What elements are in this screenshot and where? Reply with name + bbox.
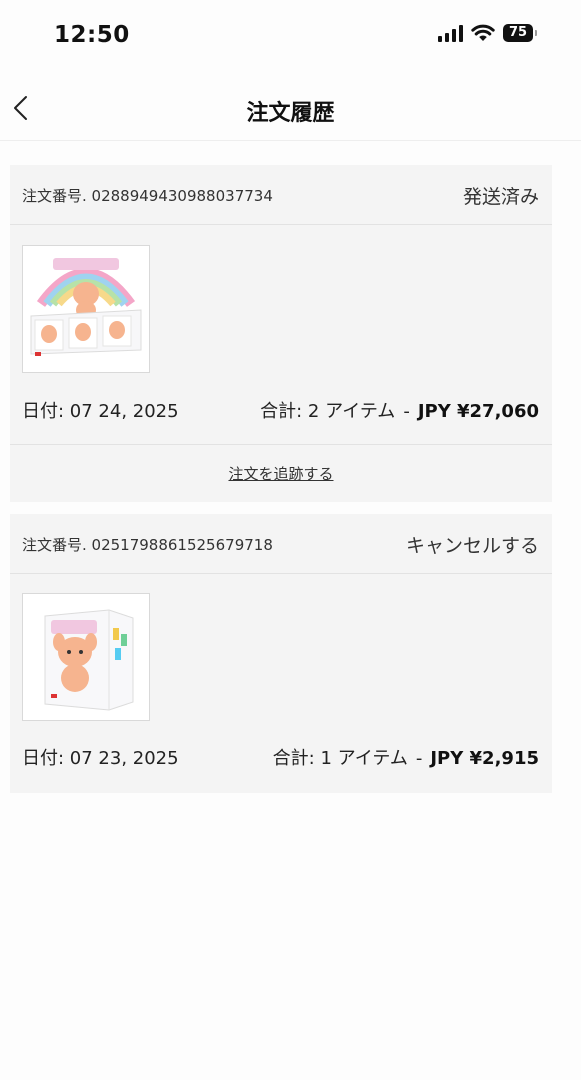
track-order-link[interactable]: 注文を追跡する	[10, 463, 552, 484]
separator: -	[415, 748, 423, 769]
signal-icon	[438, 24, 463, 42]
cancel-button[interactable]: キャンセルする	[406, 531, 539, 558]
order-header: 注文番号. 0288949430988037734 発送済み	[10, 165, 552, 225]
order-price: JPY ¥2,915	[430, 748, 539, 769]
order-total: 合計: 1 アイテム - JPY ¥2,915	[273, 744, 539, 770]
order-header: 注文番号. 0251798861525679718 キャンセルする	[10, 514, 552, 574]
product-thumbnail[interactable]	[22, 593, 150, 721]
item-count: 合計: 1 アイテム	[272, 748, 408, 769]
item-count: 合計: 2 アイテム	[260, 401, 396, 422]
order-card: 注文番号. 0288949430988037734 発送済み 日付: 07 24…	[10, 165, 552, 502]
order-number: 注文番号. 0288949430988037734	[22, 187, 273, 205]
order-date: 日付: 07 24, 2025	[22, 401, 179, 422]
separator: -	[403, 401, 410, 422]
page-title: 注文履歴	[246, 101, 335, 126]
status-time: 12:50	[54, 22, 130, 48]
status-icons: 75	[438, 24, 537, 42]
order-summary: 日付: 07 23, 2025 合計: 1 アイテム - JPY ¥2,915	[22, 744, 539, 774]
track-row: 注文を追跡する	[10, 444, 552, 501]
order-number: 注文番号. 0251798861525679718	[22, 536, 273, 554]
battery-icon: 75	[503, 24, 537, 42]
product-single-box-thumbnail	[23, 594, 149, 720]
wifi-icon	[471, 24, 495, 41]
order-status: 発送済み	[462, 186, 539, 208]
order-total: 合計: 2 アイテム - JPY ¥27,060	[260, 397, 539, 423]
status-bar: 12:50 75	[0, 0, 581, 72]
product-thumbnail[interactable]	[22, 245, 150, 373]
order-price: JPY ¥27,060	[417, 401, 539, 422]
order-date: 日付: 07 23, 2025	[22, 748, 179, 769]
order-card: 注文番号. 0251798861525679718 キャンセルする 日付: 07…	[10, 514, 552, 793]
nav-bar: 注文履歴	[0, 78, 581, 141]
order-summary: 日付: 07 24, 2025 合計: 2 アイテム - JPY ¥27,060	[22, 397, 539, 427]
product-box-set-thumbnail	[23, 246, 149, 372]
